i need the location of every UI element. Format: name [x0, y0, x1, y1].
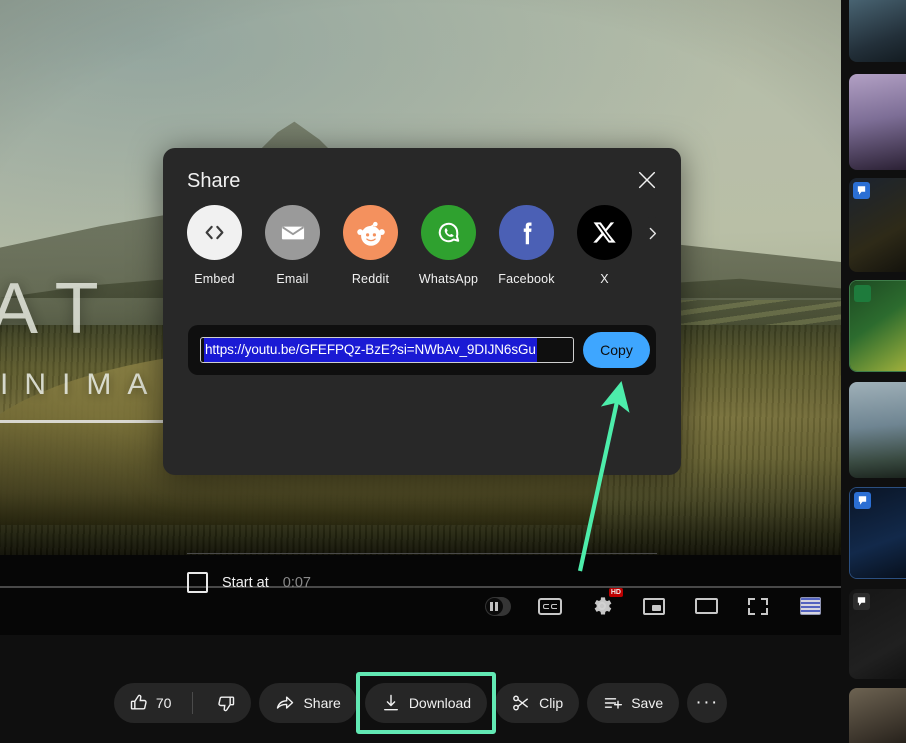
share-target-whatsapp[interactable]: WhatsApp: [418, 205, 479, 286]
sidebar-item-related-video-8[interactable]: [849, 688, 906, 743]
brand-badge-icon: [854, 492, 871, 509]
save-button[interactable]: Save: [587, 683, 680, 723]
chevron-right-icon[interactable]: [636, 217, 668, 249]
email-icon: [265, 205, 320, 260]
player-right-controls: HD: [485, 588, 823, 619]
share-targets-row: Embed Email Reddit WhatsApp Facebook X: [187, 205, 681, 286]
share-target-label: X: [600, 272, 609, 286]
share-target-label: WhatsApp: [418, 272, 479, 286]
more-actions-button[interactable]: ···: [687, 683, 728, 723]
download-button[interactable]: Download: [364, 683, 488, 723]
reddit-icon: [343, 205, 398, 260]
share-target-x[interactable]: X: [577, 205, 632, 286]
theater-mode-icon[interactable]: [693, 593, 719, 619]
player-control-bar: HD: [0, 555, 841, 635]
settings-gear-icon[interactable]: HD: [589, 588, 623, 619]
embed-code-icon: [187, 205, 242, 260]
sidebar-item-related-video-1[interactable]: [849, 0, 906, 62]
dialog-divider: [187, 553, 657, 554]
x-twitter-icon: [577, 205, 632, 260]
related-videos-sidebar: [841, 0, 906, 743]
close-icon[interactable]: [629, 162, 665, 198]
autoplay-toggle-icon[interactable]: [485, 593, 511, 619]
sidebar-item-related-video-2[interactable]: [849, 74, 906, 170]
brand-badge-icon: [853, 182, 870, 199]
copy-button[interactable]: Copy: [583, 332, 650, 368]
more-actions-icon: ···: [695, 692, 719, 713]
player-progress-bar[interactable]: [0, 586, 841, 588]
download-button-wrapper: Download: [355, 672, 497, 734]
share-button[interactable]: Share: [259, 683, 357, 723]
start-at-row: Start at 0:07: [187, 572, 311, 593]
like-divider: [192, 692, 194, 714]
share-target-label: Facebook: [498, 272, 555, 286]
sidebar-item-related-video-7[interactable]: [849, 589, 906, 679]
brand-badge-icon: [854, 285, 871, 302]
whatsapp-icon: [421, 205, 476, 260]
share-dialog: Share Embed Email Reddit WhatsApp Facebo…: [163, 148, 681, 593]
save-button-label: Save: [631, 695, 664, 711]
share-target-label: Embed: [194, 272, 235, 286]
save-playlist-icon: [604, 698, 623, 709]
start-at-checkbox[interactable]: [187, 572, 208, 593]
share-button-label: Share: [303, 695, 341, 711]
copy-button-label: Copy: [600, 342, 633, 358]
share-arrow-icon: [277, 696, 294, 709]
scissors-clip-icon: [513, 695, 529, 711]
share-dialog-title: Share: [187, 170, 241, 192]
video-overlay-title: AT: [0, 269, 121, 349]
start-at-time: 0:07: [282, 574, 311, 591]
share-target-embed[interactable]: Embed: [187, 205, 242, 286]
youtube-watch-page: AT INIMA HD 70 Share Download Clip Save …: [0, 0, 906, 743]
share-target-facebook[interactable]: Facebook: [498, 205, 555, 286]
video-action-row: 70 Share Download Clip Save ···: [0, 663, 841, 743]
clip-button-label: Clip: [539, 695, 564, 711]
fullscreen-icon[interactable]: [745, 593, 771, 619]
share-url-value: https://youtu.be/GFEFPQz-BzE?si=NWbAv_9D…: [204, 338, 537, 362]
share-link-box: https://youtu.be/GFEFPQz-BzE?si=NWbAv_9D…: [188, 325, 656, 375]
share-target-label: Reddit: [351, 272, 390, 286]
thumbs-up-icon: [130, 694, 147, 710]
sidebar-item-related-video-4[interactable]: [849, 280, 906, 372]
share-target-reddit[interactable]: Reddit: [343, 205, 398, 286]
clip-button[interactable]: Clip: [495, 683, 580, 723]
hd-quality-badge: HD: [608, 588, 623, 597]
share-url-input[interactable]: https://youtu.be/GFEFPQz-BzE?si=NWbAv_9D…: [200, 337, 574, 363]
player-progress-visible-segment: [0, 420, 168, 423]
transcript-cards-icon[interactable]: [797, 593, 823, 619]
sidebar-item-related-video-6[interactable]: [849, 487, 906, 579]
like-dislike-group: 70: [113, 683, 252, 723]
subtitles-cc-icon[interactable]: [537, 593, 563, 619]
facebook-icon: [499, 205, 554, 260]
like-button[interactable]: 70: [114, 683, 185, 723]
sidebar-item-related-video-5[interactable]: [849, 382, 906, 478]
download-icon: [383, 694, 398, 711]
download-button-label: Download: [408, 695, 472, 711]
start-at-label: Start at: [222, 574, 269, 591]
brand-badge-icon: [853, 593, 870, 610]
miniplayer-icon[interactable]: [641, 593, 667, 619]
thumbs-down-icon: [218, 696, 235, 712]
share-target-email[interactable]: Email: [265, 205, 320, 286]
video-overlay-subtitle: INIMA: [0, 368, 164, 401]
like-count: 70: [155, 695, 172, 711]
share-target-label: Email: [276, 272, 309, 286]
dislike-button[interactable]: [201, 683, 251, 723]
sidebar-item-related-video-3[interactable]: [849, 178, 906, 272]
